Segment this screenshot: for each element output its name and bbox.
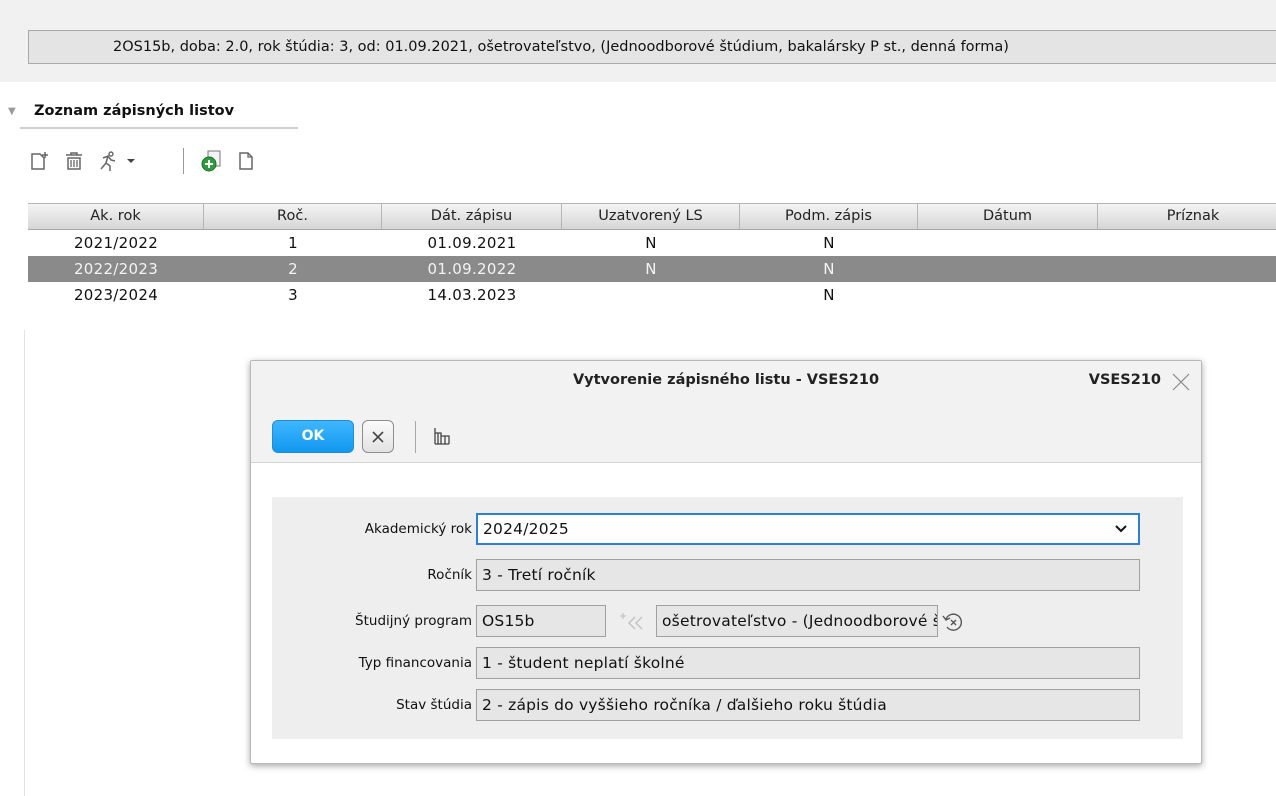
column-header-priznak[interactable]: Príznak — [1098, 204, 1276, 229]
cell-roc: 2 — [288, 260, 298, 278]
dialog-code: VSES210 — [1088, 372, 1161, 388]
akademicky-rok-label: Akademický rok — [364, 521, 472, 537]
dialog-title-bar[interactable]: Vytvorenie zápisného listu - VSES210 VSE… — [251, 361, 1201, 403]
add-document-icon[interactable] — [26, 146, 54, 176]
cell-datum — [918, 256, 1098, 282]
section-underline — [20, 127, 298, 129]
column-header-podm-zapis[interactable]: Podm. zápis — [740, 204, 918, 229]
rocnik-label: Ročník — [427, 567, 472, 583]
add-green-icon[interactable] — [198, 146, 226, 176]
close-icon — [372, 430, 384, 443]
document-icon[interactable] — [232, 146, 260, 176]
table-header: Ak. rok Roč. Dát. zápisu Uzatvorený LS P… — [28, 203, 1276, 230]
cell-uzatvoreny-ls: N — [645, 234, 657, 252]
rocnik-field[interactable]: 3 - Tretí ročník — [476, 559, 1140, 591]
cell-ak-rok: 2021/2022 — [73, 234, 159, 252]
typ-financovania-label: Typ financovania — [358, 655, 472, 671]
studijny-program-code-field[interactable]: OS15b — [476, 605, 606, 637]
stav-studia-field[interactable]: 2 - zápis do vyššieho ročníka / ďalšieho… — [476, 689, 1140, 721]
form-row-stav-studia: Stav štúdia 2 - zápis do vyššieho ročník… — [272, 689, 1183, 721]
cell-datum — [918, 282, 1098, 308]
enrollment-table: Ak. rok Roč. Dát. zápisu Uzatvorený LS P… — [28, 203, 1276, 308]
dialog-toolbar-separator — [415, 421, 416, 453]
cell-uzatvoreny-ls — [562, 282, 740, 308]
cell-datum — [918, 230, 1098, 256]
cell-dat-zapisu: 01.09.2022 — [427, 260, 517, 278]
column-header-dat-zapisu[interactable]: Dát. zápisu — [382, 204, 562, 229]
cell-ak-rok: 2023/2024 — [73, 286, 159, 304]
dialog-toolbar: OK — [251, 403, 1201, 463]
dialog-title: Vytvorenie zápisného listu - VSES210 — [572, 372, 880, 388]
cell-podm-zapis: N — [823, 234, 835, 252]
stav-studia-label: Stav štúdia — [396, 697, 472, 713]
runner-icon[interactable] — [94, 146, 122, 176]
cell-priznak — [1098, 230, 1276, 256]
cell-uzatvoreny-ls: N — [645, 260, 657, 278]
cell-ak-rok: 2022/2023 — [73, 260, 159, 278]
typ-financovania-field[interactable]: 1 - študent neplatí školné — [476, 647, 1140, 679]
studijny-program-label: Študijný program — [355, 613, 472, 629]
ok-button[interactable]: OK — [272, 420, 354, 453]
table-row[interactable]: 2023/2024 3 14.03.2023 N — [28, 282, 1276, 308]
cell-roc: 1 — [288, 234, 298, 252]
column-header-roc[interactable]: Roč. — [204, 204, 382, 229]
akademicky-rok-value: 2024/2025 — [483, 520, 569, 538]
cancel-button[interactable] — [362, 420, 394, 453]
form-row-rocnik: Ročník 3 - Tretí ročník — [272, 559, 1183, 591]
table-row-selected[interactable]: 2022/2023 2 01.09.2022 N N — [28, 256, 1276, 282]
cell-priznak — [1098, 282, 1276, 308]
trash-icon[interactable] — [60, 146, 88, 176]
chevron-down-icon — [1115, 525, 1127, 533]
hierarchy-grid-icon[interactable] — [431, 425, 453, 447]
section-title: Zoznam zápisných listov — [34, 103, 235, 119]
section-collapse-toggle[interactable]: ▼ — [8, 106, 16, 117]
clear-undo-icon[interactable] — [941, 610, 965, 634]
table-row[interactable]: 2021/2022 1 01.09.2021 N N — [28, 230, 1276, 256]
form-row-akademicky-rok: Akademický rok 2024/2025 — [272, 513, 1183, 545]
cell-dat-zapisu: 01.09.2021 — [427, 234, 517, 252]
double-chevron-left-icon[interactable] — [617, 611, 647, 633]
form-row-typ-financovania: Typ financovania 1 - študent neplatí ško… — [272, 647, 1183, 679]
studijny-program-name-field[interactable]: ošetrovateľstvo - (Jednoodborové štúdium… — [656, 605, 938, 637]
cell-podm-zapis: N — [823, 286, 835, 304]
left-border — [24, 330, 25, 796]
column-header-uzatvoreny-ls[interactable]: Uzatvorený LS — [562, 204, 740, 229]
chevron-down-icon[interactable] — [122, 146, 140, 176]
enrollment-form: Akademický rok 2024/2025 Ročník 3 - Tret… — [272, 497, 1183, 739]
create-enrollment-dialog: Vytvorenie zápisného listu - VSES210 VSE… — [250, 360, 1202, 764]
form-row-studijny-program: Študijný program OS15b ošetrovateľstvo -… — [272, 605, 1183, 637]
column-header-datum[interactable]: Dátum — [918, 204, 1098, 229]
cell-podm-zapis: N — [823, 260, 835, 278]
akademicky-rok-select[interactable]: 2024/2025 — [476, 513, 1140, 545]
cell-priznak — [1098, 256, 1276, 282]
cell-dat-zapisu: 14.03.2023 — [427, 286, 517, 304]
study-info-bar: 2OS15b, doba: 2.0, rok štúdia: 3, od: 01… — [28, 30, 1276, 64]
cell-roc: 3 — [288, 286, 298, 304]
column-header-ak-rok[interactable]: Ak. rok — [28, 204, 204, 229]
toolbar-separator — [183, 148, 184, 174]
close-icon[interactable] — [1169, 370, 1193, 394]
